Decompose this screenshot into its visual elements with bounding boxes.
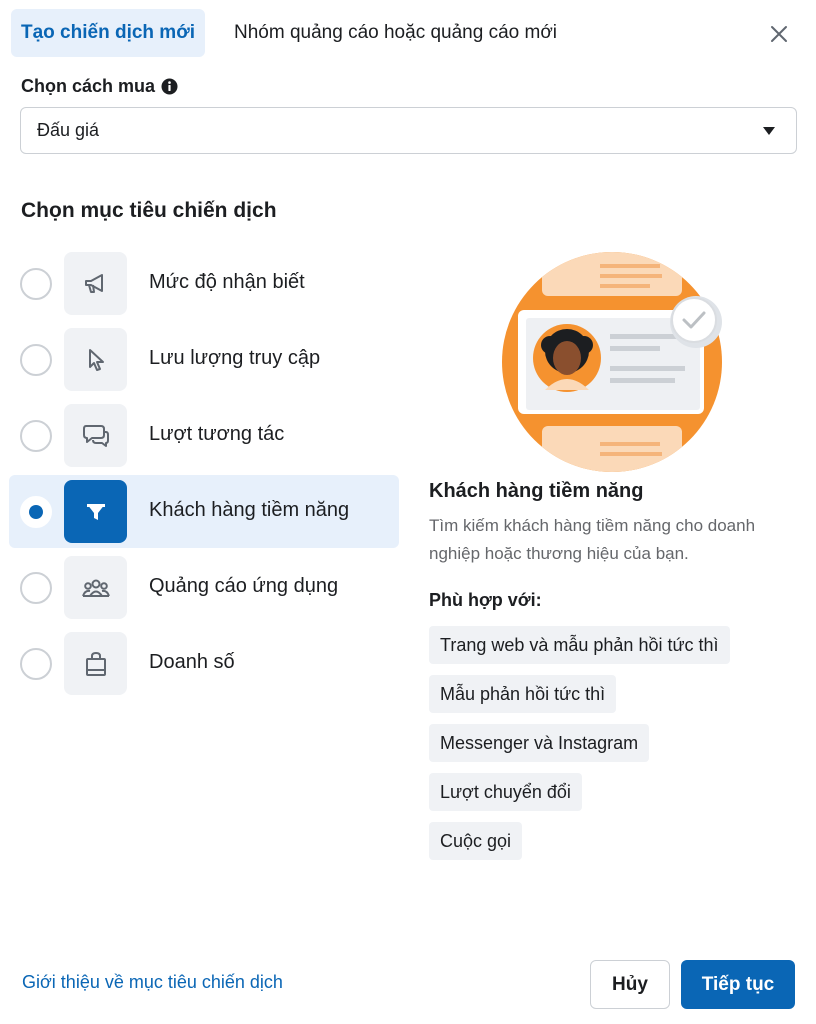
cursor-icon — [64, 328, 127, 391]
cancel-button[interactable]: Hủy — [590, 960, 670, 1009]
detail-title: Khách hàng tiềm năng — [429, 480, 644, 502]
buying-type-value: Đấu giá — [37, 120, 100, 140]
people-group-icon — [64, 556, 127, 619]
buying-type-select[interactable]: Đấu giá — [20, 107, 797, 154]
objective-engagement[interactable]: Lượt tương tác — [9, 399, 399, 472]
funnel-icon — [64, 480, 127, 543]
fit-label: Phù hợp với: — [429, 590, 542, 610]
objectives-title: Chọn mục tiêu chiến dịch — [21, 199, 277, 222]
fit-tag: Lượt chuyển đổi — [429, 773, 582, 811]
detail-description: Tìm kiếm khách hàng tiềm năng cho doanh … — [429, 516, 756, 563]
radio-leads[interactable] — [20, 496, 52, 528]
radio-app-promotion[interactable] — [20, 572, 52, 604]
radio-traffic[interactable] — [20, 344, 52, 376]
leads-illustration — [502, 252, 722, 472]
objective-label: Doanh số — [149, 651, 235, 673]
objective-traffic[interactable]: Lưu lượng truy cập — [9, 323, 399, 396]
megaphone-icon — [64, 252, 127, 315]
objective-label: Khách hàng tiềm năng — [149, 499, 350, 521]
objective-sales[interactable]: Doanh số — [9, 627, 399, 700]
continue-button[interactable]: Tiếp tục — [681, 960, 795, 1009]
objective-label: Quảng cáo ứng dụng — [149, 575, 339, 597]
fit-tag: Trang web và mẫu phản hồi tức thì — [429, 626, 730, 664]
radio-engagement[interactable] — [20, 420, 52, 452]
objective-awareness[interactable]: Mức độ nhận biết — [9, 247, 399, 320]
info-icon[interactable] — [161, 78, 178, 95]
fit-tag: Mẫu phản hồi tức thì — [429, 675, 617, 713]
objective-label: Lượt tương tác — [149, 423, 285, 445]
objective-label: Lưu lượng truy cập — [149, 347, 321, 369]
learn-about-objectives-link[interactable]: Giới thiệu về mục tiêu chiến dịch — [22, 972, 283, 993]
buying-type-label: Chọn cách mua — [21, 76, 178, 97]
close-button[interactable] — [764, 19, 794, 49]
tab-new-ad-set-or-ad[interactable]: Nhóm quảng cáo hoặc quảng cáo mới — [234, 9, 557, 57]
tab-new-campaign[interactable]: Tạo chiến dịch mới — [11, 9, 205, 57]
radio-awareness[interactable] — [20, 268, 52, 300]
shopping-bag-icon — [64, 632, 127, 695]
fit-tag: Messenger và Instagram — [429, 724, 650, 762]
radio-sales[interactable] — [20, 648, 52, 680]
fit-tag: Cuộc gọi — [429, 822, 523, 860]
objective-label: Mức độ nhận biết — [149, 271, 305, 293]
chat-bubbles-icon — [64, 404, 127, 467]
objective-leads[interactable]: Khách hàng tiềm năng — [9, 475, 399, 548]
close-icon — [771, 26, 787, 42]
buying-type-label-text: Chọn cách mua — [21, 76, 156, 96]
caret-down-icon — [763, 127, 775, 135]
radio-selected-dot — [29, 505, 43, 519]
objective-app-promotion[interactable]: Quảng cáo ứng dụng — [9, 551, 399, 624]
